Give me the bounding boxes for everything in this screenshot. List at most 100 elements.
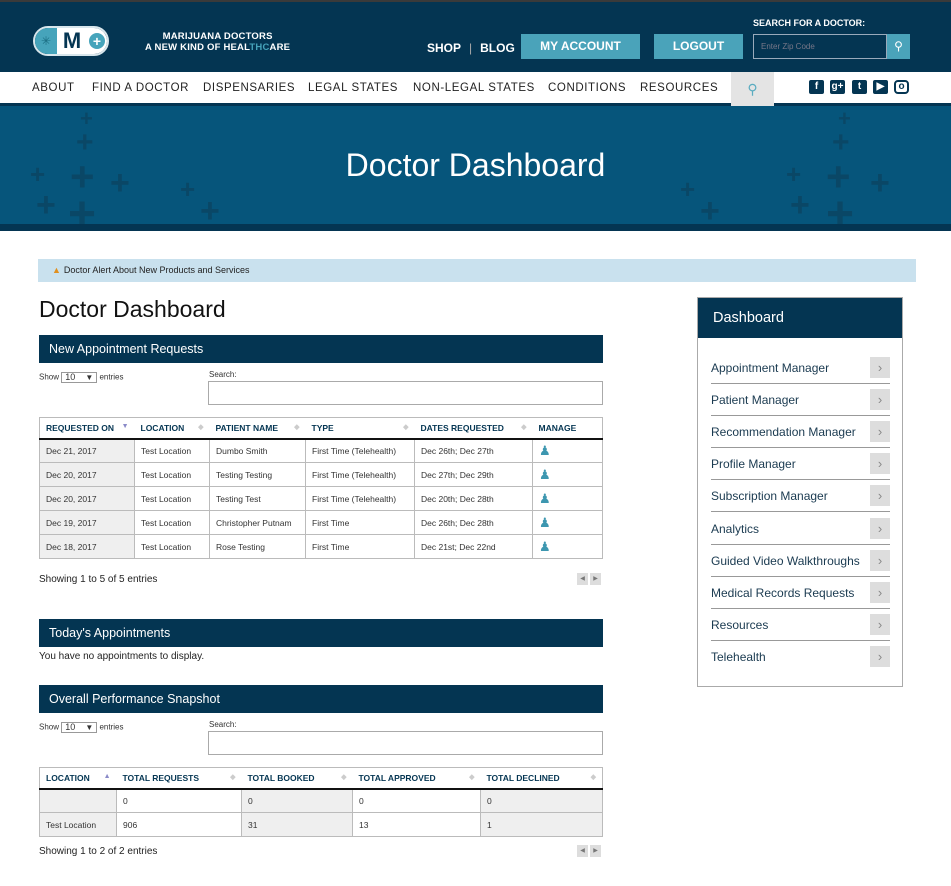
sidebar-item-label: Appointment Manager [711,361,830,375]
col-label: TOTAL DECLINED [486,772,560,783]
doctor-alert[interactable]: ▲ Doctor Alert About New Products and Ser… [38,259,916,282]
sidebar-item-medical-records-requests[interactable]: Medical Records Requests › [711,577,890,609]
top-header: ✳ M + MARIJUANA DOCTORS A NEW KIND OF HE… [0,0,951,72]
cell-requested-on: Dec 20, 2017 [39,486,135,511]
show-label: Show [39,372,60,382]
zip-search-button[interactable]: ⚲ [887,34,910,59]
sidebar-item-guided-video-walkthroughs[interactable]: Guided Video Walkthroughs › [711,545,890,577]
col-total-declined[interactable]: TOTAL DECLINED ◆ [480,767,603,790]
entries-select[interactable]: 10 ▼ [61,372,98,383]
col-type[interactable]: TYPE ◆ [305,417,415,440]
sidebar-item-resources[interactable]: Resources › [711,609,890,641]
sort-asc-icon: ▲ [103,772,111,780]
sidebar-item-subscription-manager[interactable]: Subscription Manager › [711,480,890,512]
nav-dispensaries[interactable]: DISPENSARIES [203,82,295,94]
table-row: Dec 19, 2017 Test Location Christopher P… [39,510,603,535]
table-row: Test Location 906 31 13 1 [39,812,603,837]
manage-patient-icon[interactable]: ♟ [539,491,551,506]
nav-non-legal-states[interactable]: NON-LEGAL STATES [413,82,535,94]
entries-length-control: Show 10 ▼ entries [39,372,124,383]
sort-icon: ◆ [294,423,300,431]
blog-link[interactable]: BLOG [480,41,515,55]
youtube-icon[interactable]: ▶ [873,80,888,94]
show-label: Show [39,722,60,732]
cell-location: Test Location [134,438,210,463]
tagline: MARIJUANA DOCTORS A NEW KIND OF HEALTHCA… [145,31,290,53]
manage-patient-icon[interactable]: ♟ [539,515,551,530]
shop-link[interactable]: SHOP [427,41,461,55]
appointments-search-input[interactable] [208,381,603,405]
sidebar-item-telehealth[interactable]: Telehealth › [711,641,890,673]
col-patient-name[interactable]: PATIENT NAME ◆ [209,417,306,440]
sidebar-item-appointment-manager[interactable]: Appointment Manager › [711,352,890,384]
col-total-approved[interactable]: TOTAL APPROVED ◆ [352,767,481,790]
zip-code-input[interactable]: Enter Zip Code [753,34,887,59]
facebook-icon[interactable]: f [809,80,824,94]
cell-patient-name: Testing Testing [209,462,306,487]
plus-icon: + [89,33,105,49]
site-logo[interactable]: ✳ M + [33,26,109,56]
previous-page-button[interactable]: ◀ [577,845,588,857]
my-account-button[interactable]: MY ACCOUNT [521,34,640,59]
nav-legal-states[interactable]: LEGAL STATES [308,82,398,94]
search-icon: ⚲ [747,81,758,97]
nav-find-a-doctor[interactable]: FIND A DOCTOR [92,82,189,94]
entries-select[interactable]: 10 ▼ [61,722,98,733]
col-label: TOTAL APPROVED [358,772,436,783]
col-total-booked[interactable]: TOTAL BOOKED ◆ [241,767,353,790]
previous-page-button[interactable]: ◀ [577,573,588,585]
col-label: MANAGE [538,422,577,433]
page-title: Doctor Dashboard [39,296,226,322]
col-location[interactable]: LOCATION ◆ [134,417,210,440]
cell-manage: ♟ [532,438,603,463]
col-location[interactable]: LOCATION ▲ [39,767,117,790]
entries-length-control: Show 10 ▼ entries [39,722,124,733]
col-label: LOCATION [140,422,185,433]
cell-total-declined: 0 [480,788,603,813]
sidebar-item-recommendation-manager[interactable]: Recommendation Manager › [711,416,890,448]
sidebar-item-label: Patient Manager [711,393,800,407]
cross-decoration-icon: + [700,192,720,230]
performance-info: Showing 1 to 2 of 2 entries [39,846,158,857]
performance-table: LOCATION ▲ TOTAL REQUESTS ◆ TOTAL BOOKED ◆ … [39,767,603,837]
cell-location: Test Location [39,812,117,837]
logout-button[interactable]: LOGOUT [654,34,743,59]
manage-patient-icon[interactable]: ♟ [539,539,551,554]
col-manage: MANAGE [532,417,603,440]
chevron-right-icon: › [870,357,890,378]
dashboard-sidebar: Dashboard Appointment Manager › Patient M… [697,297,903,687]
next-page-button[interactable]: ▶ [590,845,601,857]
manage-patient-icon[interactable]: ♟ [539,443,551,458]
logo-text: M [57,28,87,54]
sidebar-item-profile-manager[interactable]: Profile Manager › [711,448,890,480]
instagram-icon[interactable]: o [894,80,909,94]
next-page-button[interactable]: ▶ [590,573,601,585]
main-nav: ABOUT FIND A DOCTOR DISPENSARIES LEGAL S… [0,72,951,106]
col-total-requests[interactable]: TOTAL REQUESTS ◆ [116,767,242,790]
sidebar-item-analytics[interactable]: Analytics › [711,513,890,545]
manage-patient-icon[interactable]: ♟ [539,467,551,482]
twitter-icon[interactable]: t [852,80,867,94]
sidebar-item-label: Medical Records Requests [711,586,855,600]
nav-resources[interactable]: RESOURCES [640,82,718,94]
performance-search-input[interactable] [208,731,603,755]
col-requested-on[interactable]: REQUESTED ON ▼ [39,417,135,440]
col-dates-requested[interactable]: DATES REQUESTED ◆ [414,417,533,440]
chevron-right-icon: › [870,646,890,667]
sort-icon: ◆ [403,423,409,431]
tagline-post: ARE [269,42,291,53]
sidebar-item-label: Telehealth [711,650,766,664]
cell-requested-on: Dec 19, 2017 [39,510,135,535]
google-plus-icon[interactable]: g+ [830,80,845,94]
entries-label: entries [99,722,124,732]
nav-conditions[interactable]: CONDITIONS [548,82,626,94]
cell-dates-requested: Dec 21st; Dec 22nd [414,534,533,559]
sidebar-item-patient-manager[interactable]: Patient Manager › [711,384,890,416]
cell-total-booked: 0 [241,788,353,813]
nav-search-button[interactable]: ⚲ [731,72,774,106]
sort-icon: ◆ [521,423,527,431]
nav-about[interactable]: ABOUT [32,82,75,94]
col-label: REQUESTED ON [46,422,115,433]
section-header-todays-appointments: Today's Appointments [39,619,603,647]
cell-requested-on: Dec 20, 2017 [39,462,135,487]
